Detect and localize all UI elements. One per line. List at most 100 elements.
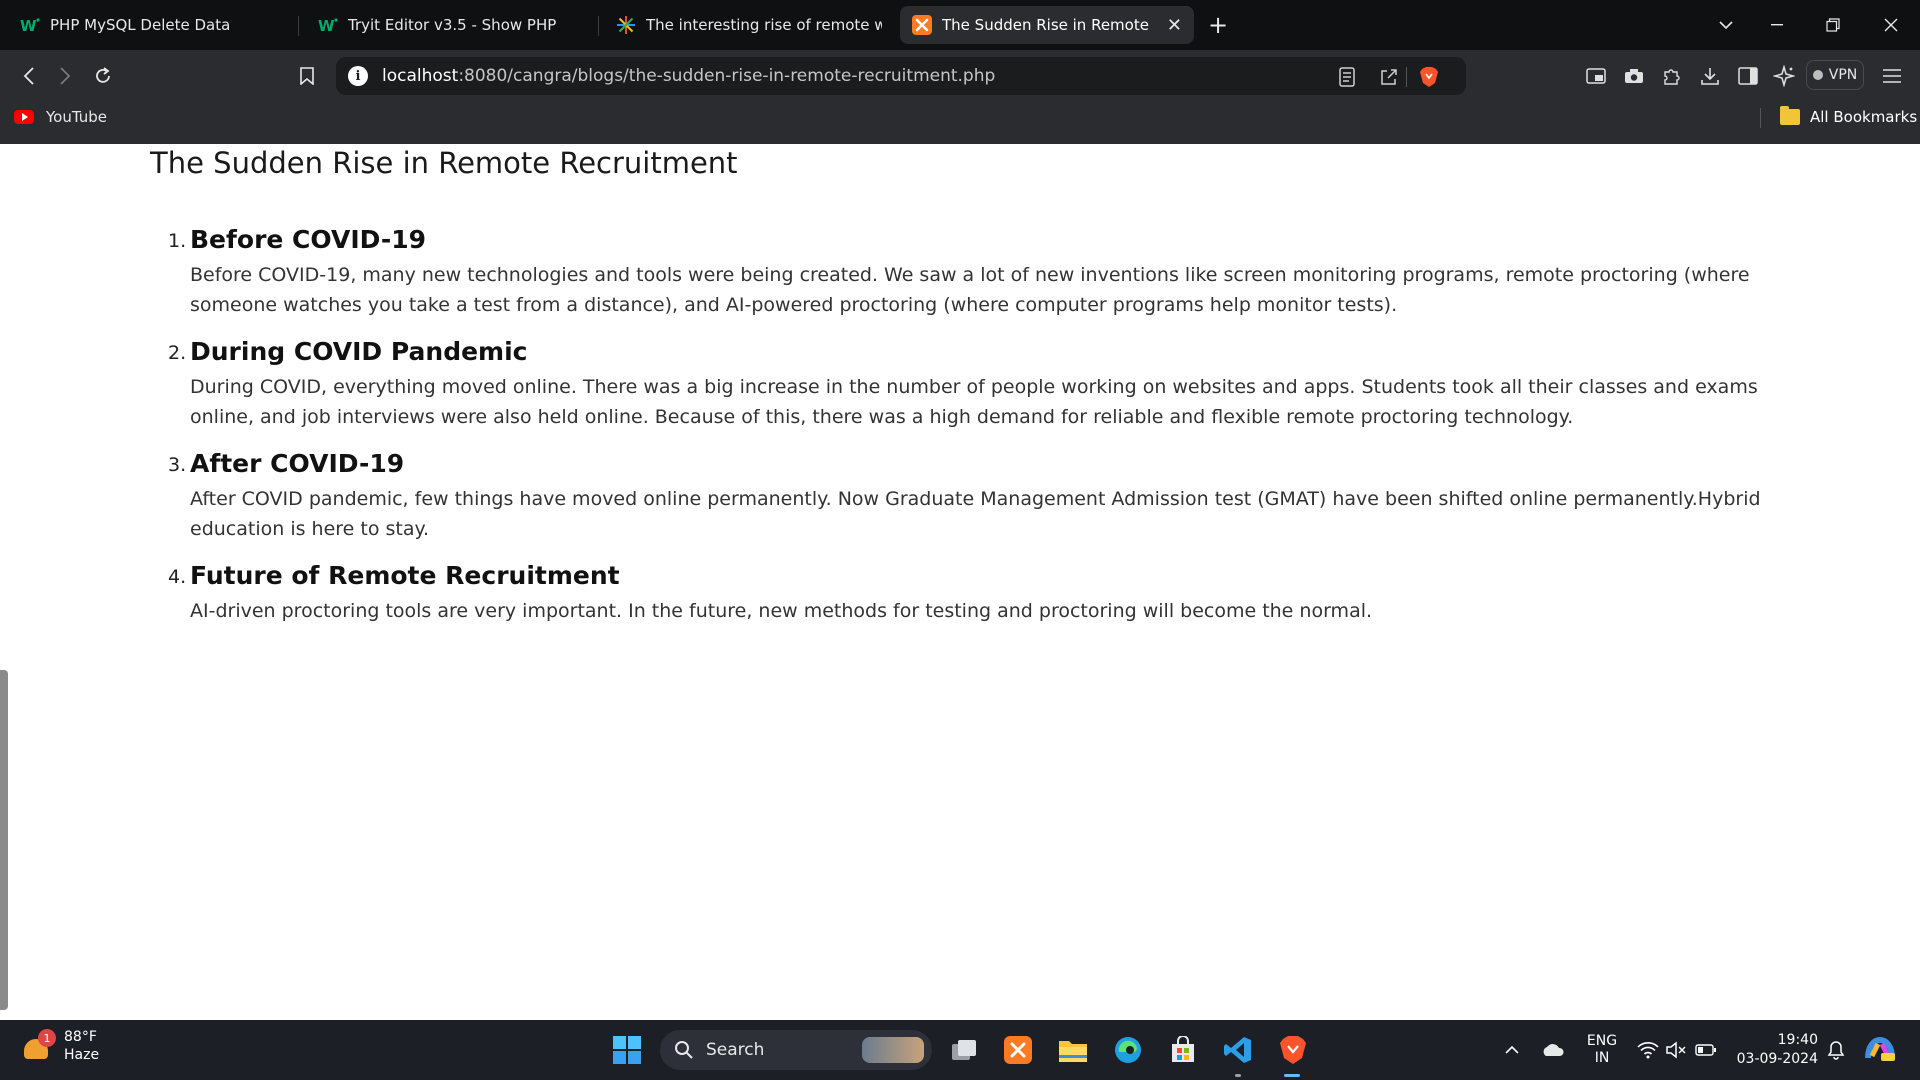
tab-remote-work[interactable]: The interesting rise of remote work bbox=[604, 6, 894, 44]
url-host: localhost bbox=[382, 66, 459, 86]
all-bookmarks-label: All Bookmarks bbox=[1810, 108, 1918, 126]
weather-widget[interactable]: 1 88°F Haze bbox=[20, 1028, 99, 1064]
leo-ai-icon[interactable] bbox=[1770, 62, 1798, 90]
list-item: 4. Future of Remote Recruitment AI-drive… bbox=[150, 558, 1780, 626]
forward-arrow-icon[interactable] bbox=[50, 62, 80, 90]
page-title: The Sudden Rise in Remote Recruitment bbox=[150, 146, 738, 180]
file-explorer-icon[interactable] bbox=[1053, 1030, 1093, 1070]
omnibox-divider bbox=[1406, 67, 1407, 87]
article-list: 1. Before COVID-19 Before COVID-19, many… bbox=[150, 222, 1780, 640]
tab-title: The interesting rise of remote work bbox=[646, 16, 882, 34]
w3schools-icon: W bbox=[318, 15, 338, 35]
section-heading: During COVID Pandemic bbox=[190, 337, 528, 366]
battery-icon[interactable] bbox=[1694, 1030, 1718, 1070]
section-heading: Before COVID-19 bbox=[190, 225, 427, 254]
tab-title: The Sudden Rise in Remote Rec bbox=[942, 16, 1152, 34]
new-tab-button[interactable]: + bbox=[1208, 11, 1228, 39]
app-open-indicator bbox=[1235, 1074, 1241, 1077]
download-icon[interactable] bbox=[1696, 62, 1724, 90]
bookmark-label: YouTube bbox=[46, 108, 107, 126]
menu-icon[interactable] bbox=[1878, 62, 1906, 90]
camera-icon[interactable] bbox=[1620, 62, 1648, 90]
search-highlight-image bbox=[862, 1037, 924, 1063]
picture-in-picture-icon[interactable] bbox=[1582, 62, 1610, 90]
clock-time: 19:40 bbox=[1777, 1032, 1818, 1048]
windows-icon bbox=[613, 1036, 641, 1064]
youtube-icon bbox=[14, 110, 34, 124]
notification-bell-icon[interactable] bbox=[1824, 1030, 1848, 1070]
clock[interactable]: 19:40 03-09-2024 bbox=[1734, 1030, 1818, 1070]
section-heading: After COVID-19 bbox=[190, 449, 405, 478]
sidebar-icon[interactable] bbox=[1734, 62, 1762, 90]
address-bar[interactable]: i localhost:8080/cangra/blogs/the-sudden… bbox=[336, 57, 1466, 95]
close-tab-icon[interactable]: ✕ bbox=[1157, 15, 1182, 36]
pinwheel-icon bbox=[616, 15, 636, 35]
list-item: 1. Before COVID-19 Before COVID-19, many… bbox=[150, 222, 1780, 320]
section-text: After COVID pandemic, few things have mo… bbox=[190, 488, 1761, 540]
url-text[interactable]: localhost:8080/cangra/blogs/the-sudden-r… bbox=[382, 66, 995, 86]
weather-icon: 1 bbox=[20, 1029, 56, 1063]
tab-tryit-editor[interactable]: W Tryit Editor v3.5 - Show PHP bbox=[306, 6, 592, 44]
weather-temp: 88°F bbox=[64, 1029, 97, 1045]
wifi-icon[interactable] bbox=[1636, 1030, 1660, 1070]
brave-shields-icon[interactable] bbox=[1418, 66, 1440, 88]
page-content: The Sudden Rise in Remote Recruitment 1.… bbox=[0, 144, 1920, 1020]
volume-muted-icon[interactable] bbox=[1664, 1030, 1688, 1070]
task-view-icon[interactable] bbox=[944, 1030, 984, 1070]
vpn-status-icon bbox=[1812, 70, 1823, 80]
copilot-icon[interactable] bbox=[1862, 1030, 1898, 1070]
active-app-indicator bbox=[1284, 1074, 1300, 1077]
close-window-icon[interactable] bbox=[1876, 10, 1906, 40]
bookmark-youtube[interactable]: YouTube bbox=[14, 108, 107, 126]
tab-title: PHP MySQL Delete Data bbox=[50, 16, 231, 34]
reload-icon[interactable] bbox=[88, 62, 118, 90]
tab-php-mysql-delete[interactable]: W PHP MySQL Delete Data bbox=[8, 6, 290, 44]
tab-separator bbox=[598, 16, 599, 36]
item-number: 1. bbox=[168, 230, 187, 252]
section-text: AI-driven proctoring tools are very impo… bbox=[190, 600, 1373, 622]
back-arrow-icon[interactable] bbox=[14, 62, 44, 90]
language-indicator[interactable]: ENG IN bbox=[1582, 1030, 1622, 1070]
weather-condition: Haze bbox=[64, 1047, 100, 1063]
list-item: 2. During COVID Pandemic During COVID, e… bbox=[150, 334, 1780, 432]
taskbar: 1 88°F Haze Search ENG IN 19:40 03-09-20… bbox=[0, 1020, 1920, 1080]
edge-scroll-handle[interactable] bbox=[0, 670, 8, 1010]
start-button[interactable] bbox=[607, 1030, 647, 1070]
list-item: 3. After COVID-19 After COVID pandemic, … bbox=[150, 446, 1780, 544]
xampp-icon[interactable] bbox=[998, 1030, 1038, 1070]
site-info-icon[interactable]: i bbox=[348, 66, 368, 86]
vscode-icon[interactable] bbox=[1218, 1030, 1258, 1070]
w3schools-icon: W bbox=[20, 15, 40, 35]
share-icon[interactable] bbox=[1378, 66, 1400, 88]
brave-browser-icon[interactable] bbox=[1273, 1030, 1313, 1070]
tab-search-chevron-icon[interactable] bbox=[1711, 10, 1741, 40]
svg-text:W: W bbox=[318, 17, 335, 33]
bookmark-icon[interactable] bbox=[292, 62, 322, 90]
all-bookmarks-button[interactable]: All Bookmarks bbox=[1780, 106, 1918, 126]
onedrive-cloud-icon[interactable] bbox=[1538, 1030, 1568, 1070]
edge-icon[interactable] bbox=[1108, 1030, 1148, 1070]
vpn-button[interactable]: VPN bbox=[1806, 60, 1864, 90]
item-number: 4. bbox=[168, 566, 187, 588]
xampp-icon bbox=[912, 15, 932, 35]
show-hidden-icons-chevron-icon[interactable] bbox=[1500, 1030, 1524, 1070]
vpn-label: VPN bbox=[1828, 67, 1858, 83]
search-placeholder: Search bbox=[706, 1040, 765, 1060]
tab-sudden-rise-active[interactable]: The Sudden Rise in Remote Rec ✕ bbox=[900, 6, 1194, 44]
item-number: 2. bbox=[168, 342, 187, 364]
url-path: :8080/cangra/blogs/the-sudden-rise-in-re… bbox=[458, 66, 996, 86]
minimize-icon[interactable] bbox=[1762, 10, 1792, 40]
tab-separator bbox=[298, 16, 299, 36]
microsoft-store-icon[interactable] bbox=[1163, 1030, 1203, 1070]
bookmarks-divider bbox=[1760, 108, 1761, 128]
reader-mode-icon[interactable] bbox=[1336, 66, 1358, 88]
svg-text:W: W bbox=[20, 17, 37, 33]
taskbar-search[interactable]: Search bbox=[660, 1030, 932, 1070]
section-text: During COVID, everything moved online. T… bbox=[190, 376, 1758, 428]
search-icon bbox=[675, 1041, 693, 1059]
section-text: Before COVID-19, many new technologies a… bbox=[190, 264, 1750, 316]
extensions-icon[interactable] bbox=[1658, 62, 1686, 90]
tab-strip: W PHP MySQL Delete Data W Tryit Editor v… bbox=[0, 0, 1920, 50]
restore-icon[interactable] bbox=[1818, 10, 1848, 40]
tab-title: Tryit Editor v3.5 - Show PHP bbox=[348, 16, 557, 34]
